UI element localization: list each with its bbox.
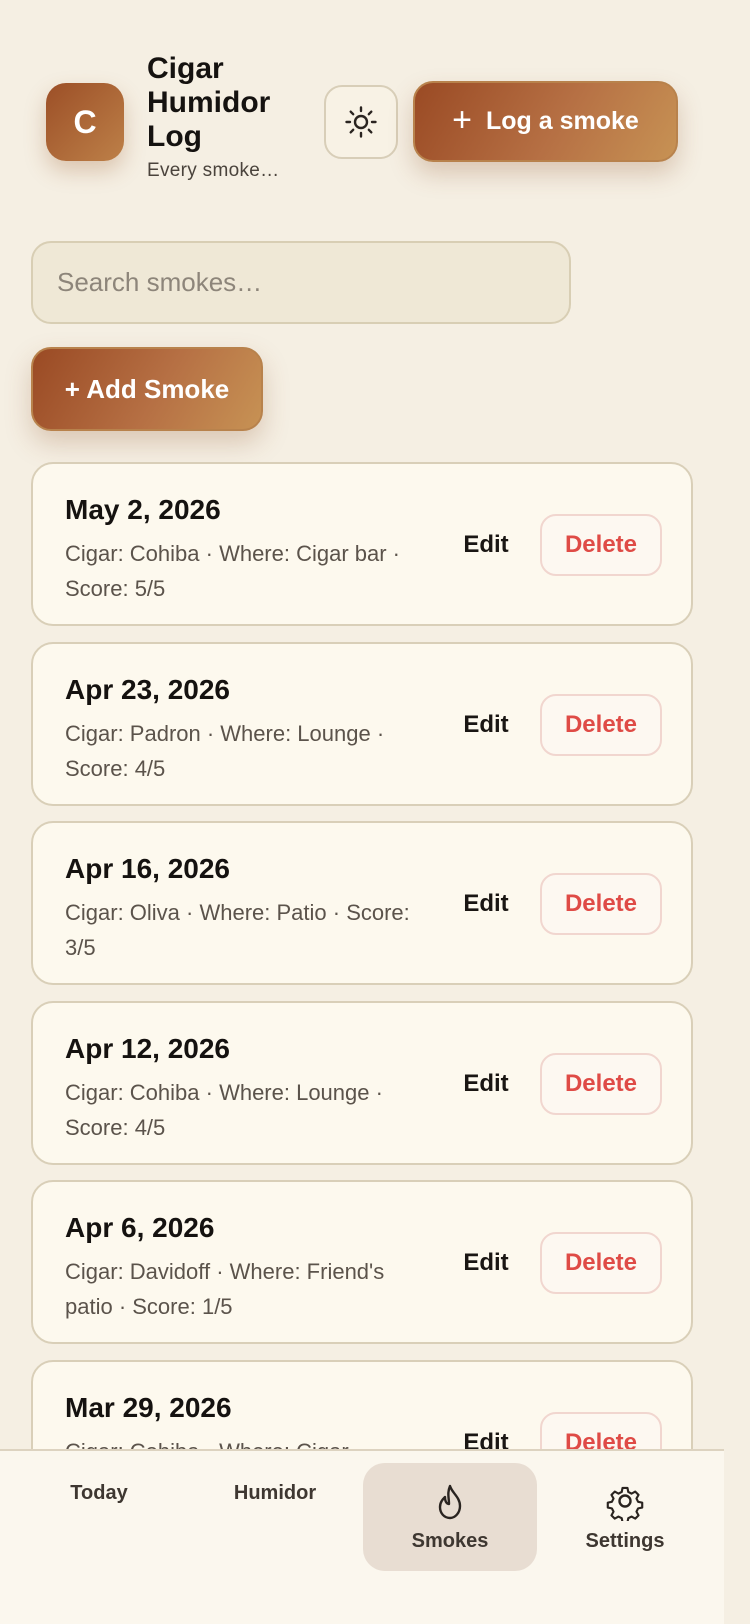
smoke-card: May 2, 2026 Cigar: Cohiba · Where: Cigar… [31,462,693,626]
delete-button[interactable]: Delete [540,873,662,935]
plus-icon: + [452,101,473,139]
sun-icon [345,106,377,138]
edit-button[interactable]: Edit [453,514,519,576]
smoke-details: Cigar: Davidoff · Where: Friend's patio … [65,1259,385,1319]
nav-label: Humidor [233,1482,317,1504]
bottom-nav: Today Humidor Smokes Settings [0,1449,724,1624]
delete-button[interactable]: Delete [540,514,662,576]
nav-label: Smokes [411,1530,489,1552]
app-subtitle: Every smoke… [147,160,280,181]
nav-item-today[interactable]: Today [20,1451,178,1624]
smoke-card: Apr 6, 2026 Cigar: Davidoff · Where: Fri… [31,1180,693,1344]
smoke-date: Apr 6, 2026 [65,1212,215,1243]
delete-button[interactable]: Delete [540,1232,662,1294]
edit-button[interactable]: Edit [453,873,519,935]
title-block: Cigar Humidor Log Every smoke… [147,52,317,182]
smoke-card: Apr 23, 2026 Cigar: Padron · Where: Loun… [31,642,693,806]
edit-button[interactable]: Edit [453,1232,519,1294]
smoke-date: May 2, 2026 [65,494,221,525]
smoke-details: Cigar: Cohiba · Where: Cigar bar · Score… [65,541,401,601]
app-title: Cigar Humidor Log [147,52,271,153]
delete-button[interactable]: Delete [540,1053,662,1115]
smoke-date: Apr 23, 2026 [65,674,230,705]
smoke-details: Cigar: Oliva · Where: Patio · Score: 3/5 [65,900,410,960]
edit-button[interactable]: Edit [453,694,519,756]
app-logo: C [46,83,124,161]
smoke-details: Cigar: Padron · Where: Lounge · Score: 4… [65,721,385,781]
flame-icon [438,1484,462,1520]
app-root: C Cigar Humidor Log Every smoke… + Log a… [0,0,724,1624]
log-smoke-label: Log a smoke [486,107,639,135]
edit-button[interactable]: Edit [453,1053,519,1115]
smoke-details: Cigar: Cohiba · Where: Lounge · Score: 4… [65,1080,383,1140]
nav-label: Settings [585,1530,665,1552]
search-input[interactable] [31,241,571,324]
add-smoke-button[interactable]: + Add Smoke [31,347,263,431]
smoke-card: Apr 16, 2026 Cigar: Oliva · Where: Patio… [31,821,693,985]
smoke-date: Apr 12, 2026 [65,1033,230,1064]
nav-label: Today [70,1482,128,1504]
smoke-card: Apr 12, 2026 Cigar: Cohiba · Where: Loun… [31,1001,693,1165]
smoke-date: Apr 16, 2026 [65,853,230,884]
app-header: C Cigar Humidor Log Every smoke… + Log a… [0,0,724,200]
gear-icon [606,1486,644,1521]
delete-button[interactable]: Delete [540,694,662,756]
nav-item-smokes[interactable]: Smokes [371,1451,529,1624]
smoke-date: Mar 29, 2026 [65,1392,232,1423]
theme-toggle-button[interactable] [324,85,398,159]
log-smoke-button[interactable]: + Log a smoke [413,81,678,162]
nav-item-humidor[interactable]: Humidor [196,1451,354,1624]
nav-item-settings[interactable]: Settings [546,1451,704,1624]
